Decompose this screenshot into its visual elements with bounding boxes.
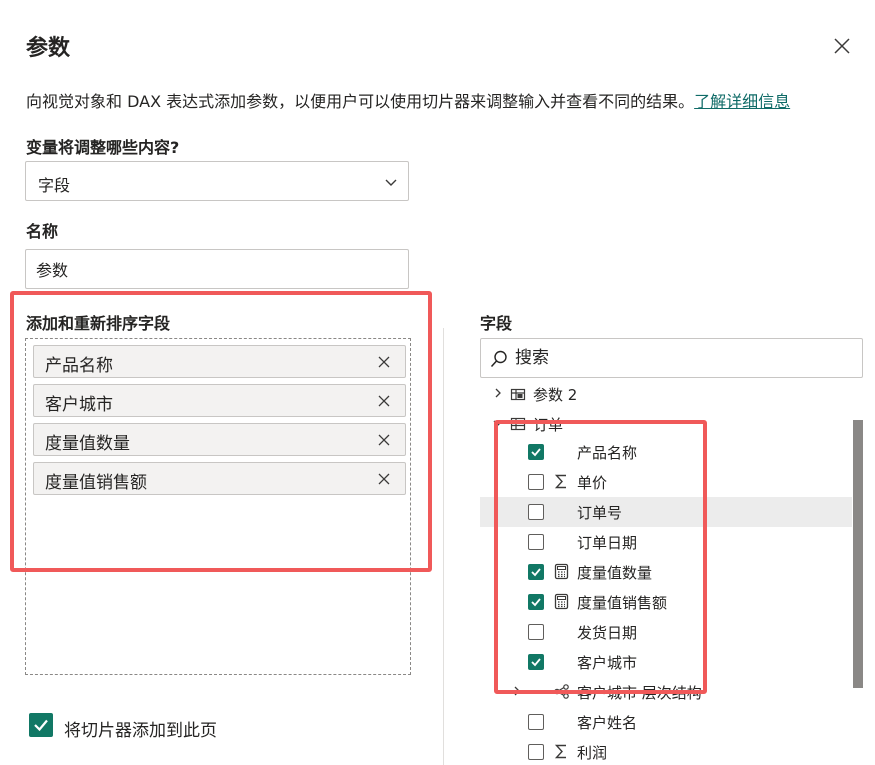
- field-row-measure-sales[interactable]: 度量值销售额: [480, 587, 852, 617]
- chevron-right-icon[interactable]: [492, 387, 504, 399]
- chevron-right-icon[interactable]: [511, 685, 523, 697]
- field-row-ship-date[interactable]: 发货日期: [480, 617, 852, 647]
- sigma-icon: [554, 744, 566, 759]
- divider: [443, 328, 444, 765]
- field-row-customer-city[interactable]: 客户城市: [480, 647, 852, 677]
- hierarchy-icon: [554, 684, 569, 699]
- field-row-measure-quantity[interactable]: 度量值数量: [480, 557, 852, 587]
- field-chip-label: 度量值数量: [45, 434, 130, 454]
- variable-selected-value: 字段: [38, 176, 71, 195]
- field-label: 单价: [577, 474, 608, 492]
- field-row-unit-price[interactable]: 单价: [480, 467, 852, 497]
- tree-table-label: 订单: [533, 416, 564, 434]
- tree-table-row[interactable]: 订单: [480, 409, 852, 439]
- field-row-city-hierarchy[interactable]: 客户城市 层次结构: [480, 677, 852, 707]
- field-checkbox[interactable]: [528, 444, 544, 460]
- field-label: 客户姓名: [577, 714, 638, 732]
- add-slicer-label: 将切片器添加到此页: [64, 721, 217, 741]
- remove-icon[interactable]: [377, 394, 391, 408]
- sigma-icon: [554, 474, 566, 489]
- field-row-order-number[interactable]: 订单号: [480, 497, 852, 527]
- field-checkbox[interactable]: [528, 534, 544, 550]
- chevron-down-icon: [385, 179, 397, 186]
- dialog-description: 向视觉对象和 DAX 表达式添加参数，以便用户可以使用切片器来调整输入并查看不同…: [26, 88, 790, 112]
- variable-label: 变量将调整哪些内容?: [26, 138, 180, 157]
- search-input[interactable]: [515, 345, 845, 371]
- field-label: 客户城市 层次结构: [577, 684, 702, 702]
- parameter-table-icon: [510, 388, 526, 401]
- field-chip-label: 产品名称: [45, 356, 113, 376]
- field-label: 利润: [577, 744, 608, 762]
- field-label: 度量值数量: [577, 564, 653, 582]
- field-chip-label: 度量值销售额: [45, 473, 147, 493]
- field-label: 产品名称: [577, 444, 638, 462]
- reorder-fields-label: 添加和重新排序字段: [26, 314, 171, 333]
- fields-label: 字段: [480, 314, 513, 333]
- variable-dropdown[interactable]: 字段: [25, 161, 409, 201]
- field-checkbox[interactable]: [528, 624, 544, 640]
- field-chip[interactable]: 产品名称: [33, 345, 406, 378]
- field-chip[interactable]: 度量值销售额: [33, 462, 406, 495]
- field-label: 订单日期: [577, 534, 638, 552]
- fields-search[interactable]: [480, 338, 863, 378]
- learn-more-link[interactable]: 了解详细信息: [694, 92, 790, 111]
- field-chip[interactable]: 度量值数量: [33, 423, 406, 456]
- remove-icon[interactable]: [377, 472, 391, 486]
- field-row-profit[interactable]: 利润: [480, 737, 852, 765]
- field-label: 发货日期: [577, 624, 638, 642]
- field-label: 订单号: [577, 504, 623, 522]
- field-checkbox[interactable]: [528, 504, 544, 520]
- field-row-order-date[interactable]: 订单日期: [480, 527, 852, 557]
- field-checkbox[interactable]: [528, 594, 544, 610]
- field-checkbox[interactable]: [528, 564, 544, 580]
- search-icon: [490, 350, 507, 368]
- calculator-icon: [554, 563, 569, 580]
- close-icon[interactable]: [832, 36, 852, 56]
- field-row-customer-name[interactable]: 客户姓名: [480, 707, 852, 737]
- remove-icon[interactable]: [377, 433, 391, 447]
- dialog-title: 参数: [26, 36, 71, 61]
- tree-table-label: 参数 2: [533, 386, 578, 404]
- field-checkbox[interactable]: [528, 744, 544, 760]
- calculator-icon: [554, 593, 569, 610]
- field-chip-label: 客户城市: [45, 395, 113, 415]
- reorder-fields-dropzone[interactable]: 产品名称 客户城市 度量值数量 度量值销售额: [25, 338, 411, 675]
- name-input[interactable]: [25, 249, 409, 289]
- field-checkbox[interactable]: [528, 714, 544, 730]
- field-checkbox[interactable]: [528, 474, 544, 490]
- field-row-product-name[interactable]: 产品名称: [480, 437, 852, 467]
- chevron-down-icon[interactable]: [492, 417, 504, 429]
- fields-tree: 参数 2 订单 产品名称 单价 订单号 订单日期 度量值数量 度量值销售额 发货…: [480, 380, 865, 765]
- tree-table-row[interactable]: 参数 2: [480, 380, 852, 409]
- field-label: 客户城市: [577, 654, 638, 672]
- field-chip[interactable]: 客户城市: [33, 384, 406, 417]
- remove-icon[interactable]: [377, 355, 391, 369]
- field-label: 度量值销售额: [577, 594, 668, 612]
- name-label: 名称: [26, 222, 59, 241]
- fields-scrollbar[interactable]: [853, 420, 863, 688]
- description-text: 向视觉对象和 DAX 表达式添加参数，以便用户可以使用切片器来调整输入并查看不同…: [26, 92, 695, 111]
- table-icon: [510, 417, 526, 431]
- add-slicer-checkbox[interactable]: [29, 713, 53, 737]
- field-checkbox[interactable]: [528, 654, 544, 670]
